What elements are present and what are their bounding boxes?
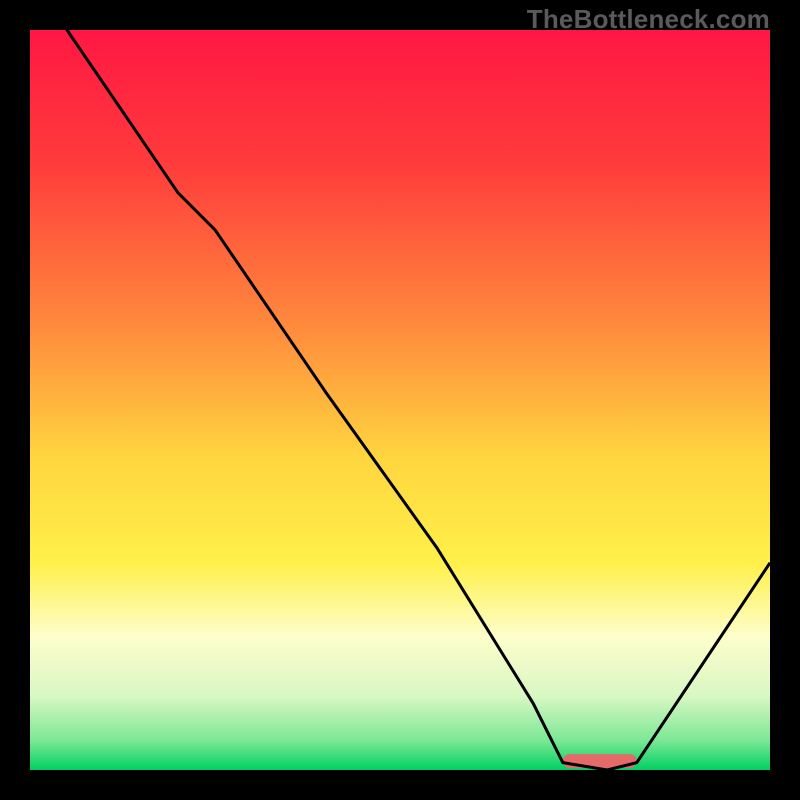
chart-frame: TheBottleneck.com — [0, 0, 800, 800]
chart-svg — [30, 30, 770, 770]
chart-plot-area — [30, 30, 770, 770]
